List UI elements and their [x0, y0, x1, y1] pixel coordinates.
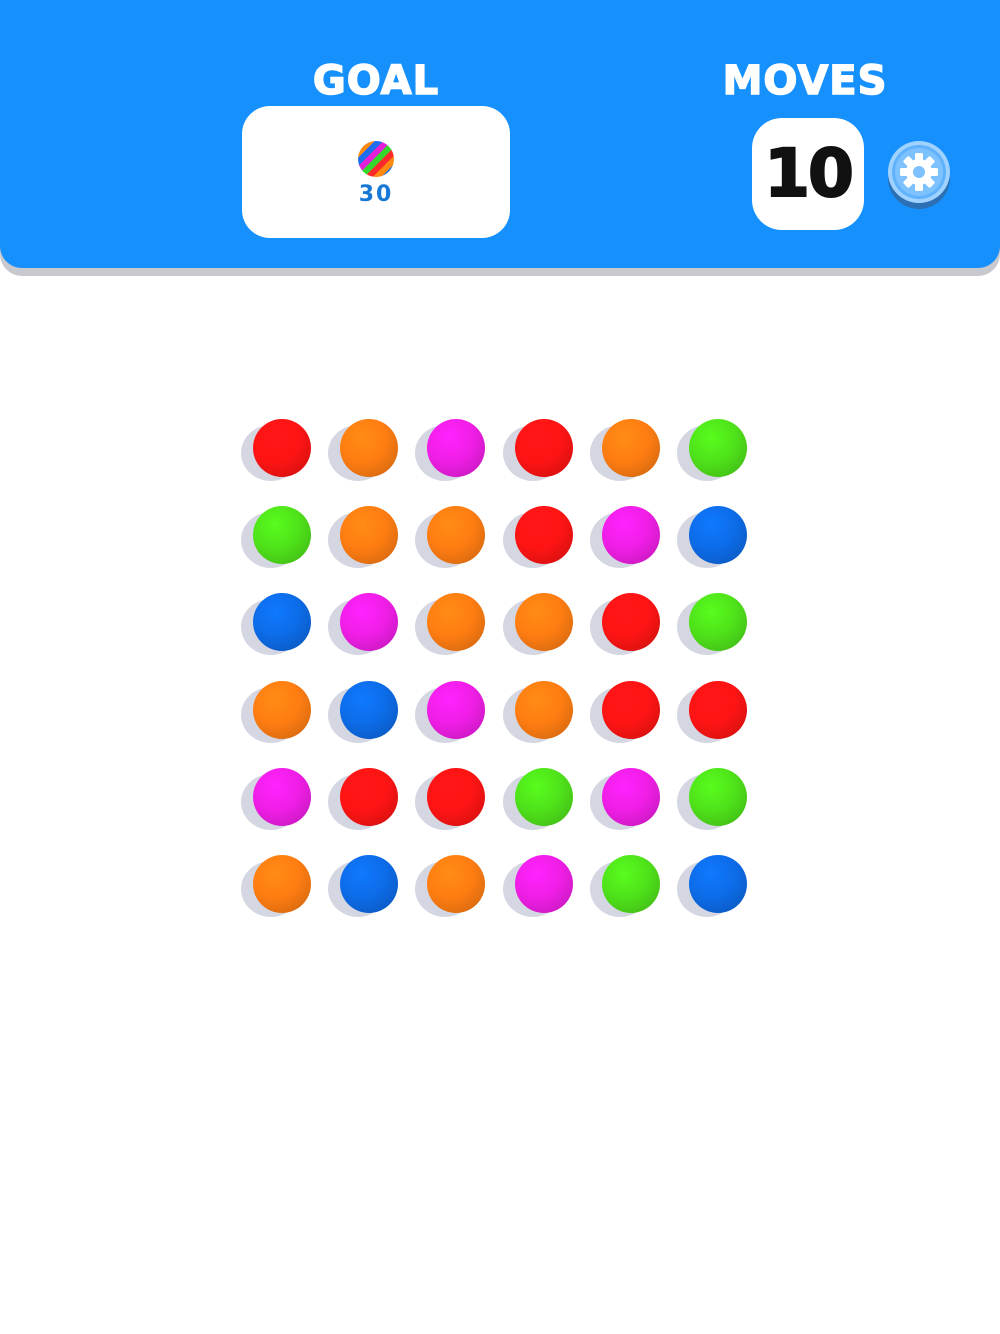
ball-sphere — [427, 593, 486, 652]
ball-green[interactable] — [677, 593, 797, 663]
ball-sphere — [689, 593, 747, 652]
goal-panel: 30 — [242, 106, 510, 238]
ball-blue[interactable] — [677, 506, 797, 576]
ball-sphere — [253, 506, 311, 565]
ball-sphere — [427, 767, 486, 826]
ball-sphere — [427, 680, 486, 739]
moves-panel: 10 — [752, 118, 864, 230]
gear-icon — [888, 141, 950, 209]
ball-sphere — [601, 855, 660, 913]
ball-sphere — [601, 593, 660, 652]
ball-sphere — [514, 506, 573, 565]
ball-sphere — [340, 593, 399, 652]
ball-sphere — [689, 419, 747, 477]
ball-sphere — [427, 419, 486, 477]
ball-sphere — [253, 593, 311, 652]
header-bar: GOAL 30 MOVES 10 — [0, 0, 1000, 268]
settings-button[interactable] — [886, 140, 952, 210]
ball-sphere — [514, 680, 573, 739]
ball-sphere — [427, 506, 486, 565]
ball-sphere — [340, 767, 399, 826]
ball-sphere — [340, 419, 399, 477]
ball-sphere — [514, 593, 573, 652]
ball-sphere — [253, 419, 311, 477]
striped-ball-icon — [358, 141, 394, 177]
ball-sphere — [601, 506, 660, 565]
ball-sphere — [514, 419, 573, 477]
ball-sphere — [340, 680, 399, 739]
ball-blue[interactable] — [677, 855, 797, 925]
ball-sphere — [427, 855, 486, 913]
ball-sphere — [601, 419, 660, 477]
ball-sphere — [340, 506, 399, 565]
goal-label: GOAL — [312, 57, 440, 105]
ball-sphere — [514, 855, 573, 913]
ball-sphere — [689, 506, 747, 565]
ball-red[interactable] — [677, 680, 797, 751]
ball-green[interactable] — [677, 767, 797, 838]
ball-sphere — [340, 855, 399, 913]
ball-sphere — [253, 855, 311, 913]
ball-sphere — [253, 767, 311, 826]
ball-sphere — [689, 855, 747, 913]
ball-sphere — [253, 680, 311, 739]
game-screen: GOAL 30 MOVES 10 — [0, 0, 1000, 1334]
moves-label: MOVES — [722, 57, 888, 105]
moves-count: 10 — [763, 135, 855, 212]
ball-sphere — [689, 767, 747, 826]
ball-sphere — [689, 680, 747, 739]
ball-sphere — [601, 767, 660, 826]
ball-green[interactable] — [677, 419, 797, 489]
ball-sphere — [601, 680, 660, 739]
ball-sphere — [514, 767, 573, 826]
goal-count: 30 — [358, 182, 394, 207]
